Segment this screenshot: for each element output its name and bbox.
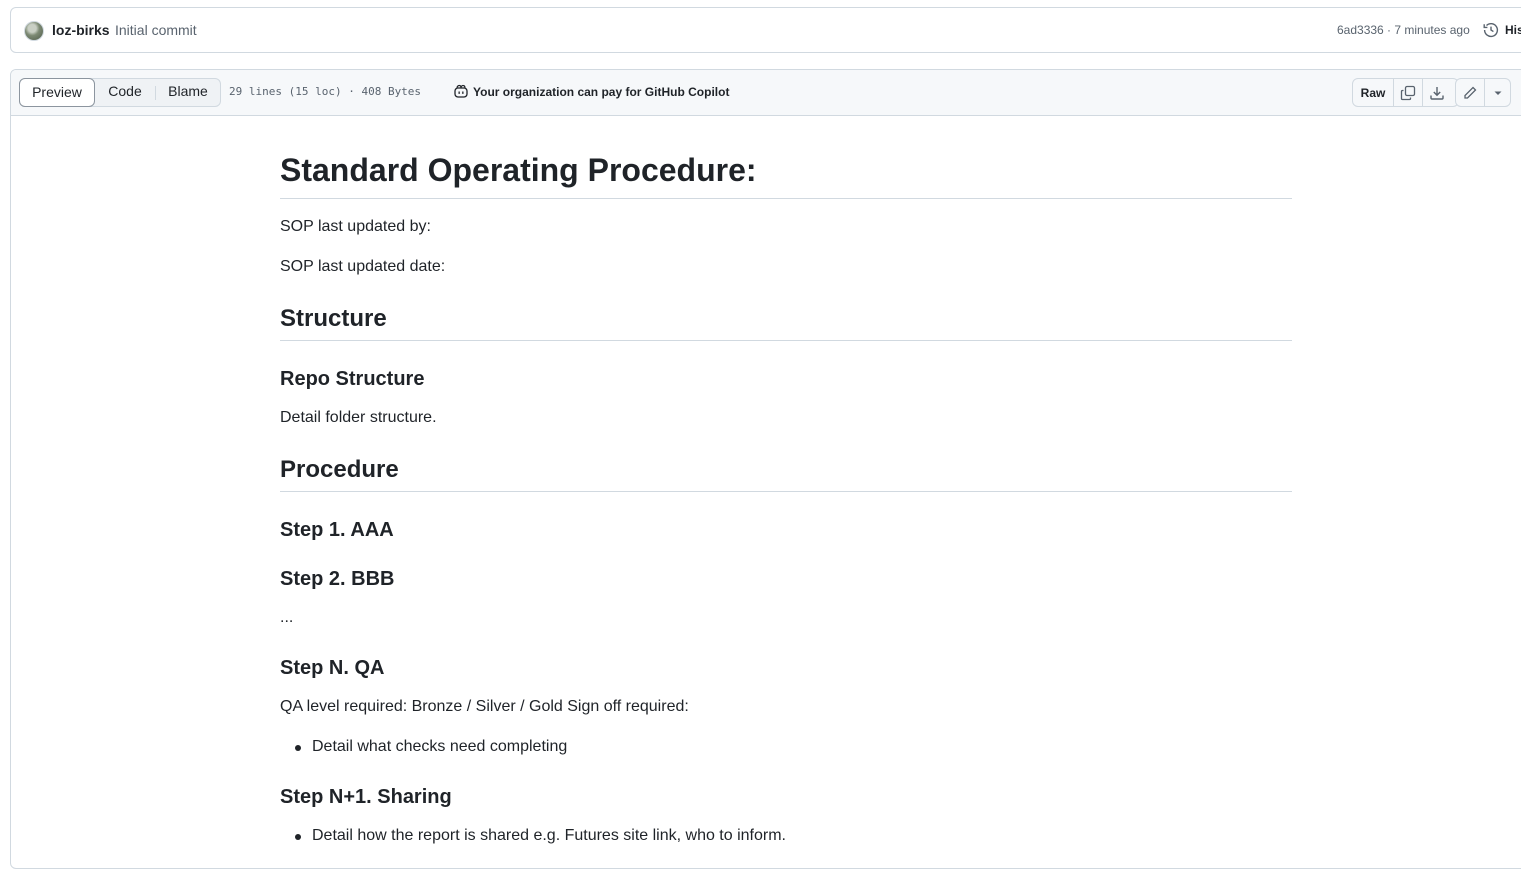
qa-checks-item: Detail what checks need completing bbox=[312, 738, 568, 755]
history-button-label[interactable]: History bbox=[1505, 23, 1521, 37]
commit-message[interactable]: Initial commit bbox=[115, 22, 197, 38]
more-edit-options-button[interactable] bbox=[1485, 79, 1511, 106]
step-n-plus-1-heading: Step N+1. Sharing bbox=[280, 786, 452, 808]
copy-icon bbox=[1400, 85, 1416, 100]
heading-rule bbox=[280, 340, 1292, 341]
file-header: Preview Code Blame 29 lines (15 loc) · 4… bbox=[11, 70, 1521, 116]
doc-title: Standard Operating Procedure: bbox=[280, 152, 757, 188]
triangle-down-icon bbox=[1494, 91, 1502, 95]
heading-rule bbox=[280, 491, 1292, 492]
sharing-item: Detail how the report is shared e.g. Fut… bbox=[312, 827, 786, 844]
raw-button[interactable]: Raw bbox=[1353, 79, 1393, 106]
latest-commit-bar: loz-birks Initial commit 6ad3336 · 7 min… bbox=[10, 7, 1521, 53]
structure-heading: Structure bbox=[280, 305, 387, 332]
tab-preview[interactable]: Preview bbox=[19, 78, 95, 107]
download-button[interactable] bbox=[1423, 79, 1451, 106]
file-viewer: Preview Code Blame 29 lines (15 loc) · 4… bbox=[10, 69, 1521, 869]
copilot-icon bbox=[454, 84, 468, 98]
sop-updated-by: SOP last updated by: bbox=[280, 218, 431, 235]
pencil-icon bbox=[1464, 86, 1477, 99]
history-icon[interactable] bbox=[1483, 22, 1499, 38]
commit-author-link[interactable]: loz-birks bbox=[52, 22, 110, 38]
ellipsis-text: ... bbox=[280, 609, 294, 626]
sop-updated-date: SOP last updated date: bbox=[280, 258, 446, 275]
list-bullet bbox=[295, 834, 301, 840]
step-2-heading: Step 2. BBB bbox=[280, 568, 395, 590]
commit-hash-and-time[interactable]: 6ad3336 · 7 minutes ago bbox=[1337, 23, 1470, 37]
download-icon bbox=[1430, 86, 1444, 100]
repo-structure-text: Detail folder structure. bbox=[280, 409, 437, 426]
step-n-heading: Step N. QA bbox=[280, 657, 385, 679]
repo-structure-heading: Repo Structure bbox=[280, 368, 425, 390]
list-bullet bbox=[295, 745, 301, 751]
copilot-upsell-link[interactable]: Your organization can pay for GitHub Cop… bbox=[473, 85, 729, 99]
view-mode-toggle: Preview Code Blame bbox=[19, 78, 221, 107]
copy-raw-button[interactable] bbox=[1394, 79, 1422, 106]
heading-rule bbox=[280, 198, 1292, 199]
tab-blame[interactable]: Blame bbox=[156, 78, 220, 107]
step-1-heading: Step 1. AAA bbox=[280, 519, 394, 541]
file-info: 29 lines (15 loc) · 408 Bytes bbox=[229, 85, 422, 98]
raw-copy-download-group: Raw bbox=[1352, 78, 1459, 107]
qa-level-text: QA level required: Bronze / Silver / Gol… bbox=[280, 698, 689, 715]
edit-file-button[interactable] bbox=[1456, 79, 1484, 106]
edit-button-group bbox=[1455, 78, 1511, 107]
tab-code[interactable]: Code bbox=[97, 78, 153, 107]
procedure-heading: Procedure bbox=[280, 456, 399, 483]
author-avatar[interactable] bbox=[24, 21, 44, 41]
raw-button-label: Raw bbox=[1360, 85, 1386, 100]
